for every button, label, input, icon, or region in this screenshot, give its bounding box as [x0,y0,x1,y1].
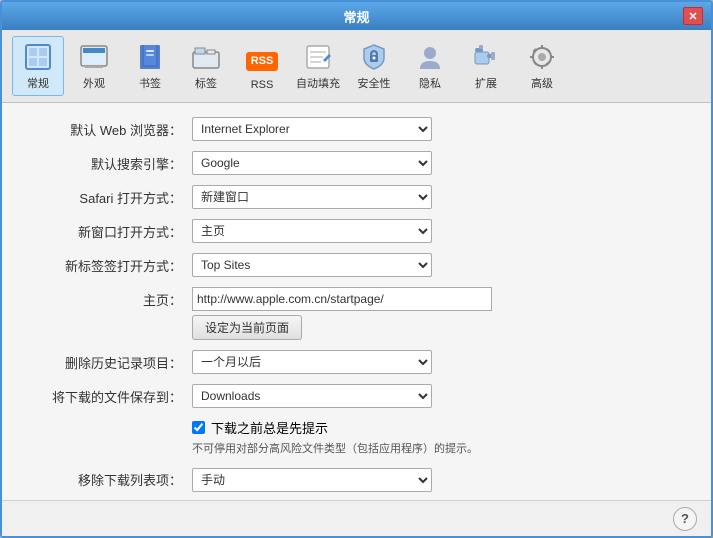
set-current-row: 设定为当前页面 [22,315,691,340]
footer: ? [2,500,711,536]
toolbar-label-extensions: 扩展 [475,75,497,91]
safari-open-label: Safari 打开方式： [22,188,182,207]
remove-download-select[interactable]: 手动 [192,468,432,492]
privacy-icon [414,41,446,73]
download-prompt-label[interactable]: 下载之前总是先提示 [211,418,328,437]
download-note: 不可停用对部分高风险文件类型（包括应用程序）的提示。 [192,441,532,458]
default-search-control: Google [192,151,432,175]
toolbar-label-advanced: 高级 [531,75,553,91]
new-window-select[interactable]: 主页 [192,219,432,243]
toolbar-label-bookmarks: 书签 [139,75,161,91]
rss-icon: RSS [246,45,278,77]
toolbar: 常规 外观 [2,30,711,103]
remove-download-control: 手动 [192,468,432,492]
remove-download-row: 移除下载列表项： 手动 [22,468,691,492]
default-search-label: 默认搜索引擎： [22,154,182,173]
toolbar-item-advanced[interactable]: 高级 [516,36,568,96]
toolbar-item-general[interactable]: 常规 [12,36,64,96]
default-browser-label: 默认 Web 浏览器： [22,120,182,139]
main-window: 常规 ✕ 常规 [0,0,713,538]
homepage-label: 主页： [22,290,182,309]
toolbar-label-general: 常规 [27,75,49,91]
toolbar-label-privacy: 隐私 [419,75,441,91]
history-label: 删除历史记录项目： [22,353,182,372]
download-save-row: 将下载的文件保存到： Downloads [22,384,691,408]
help-button[interactable]: ? [673,507,697,531]
extensions-icon [470,41,502,73]
toolbar-label-rss: RSS [251,79,274,91]
toolbar-item-bookmarks[interactable]: 书签 [124,36,176,96]
general-icon [22,41,54,73]
toolbar-item-tabs[interactable]: 标签 [180,36,232,96]
new-window-row: 新窗口打开方式： 主页 [22,219,691,243]
default-browser-row: 默认 Web 浏览器： Internet Explorer [22,117,691,141]
default-search-select[interactable]: Google [192,151,432,175]
advanced-icon [526,41,558,73]
new-window-label: 新窗口打开方式： [22,222,182,241]
default-search-row: 默认搜索引擎： Google [22,151,691,175]
default-browser-control: Internet Explorer [192,117,432,141]
download-save-control: Downloads [192,384,432,408]
toolbar-item-security[interactable]: 安全性 [348,36,400,96]
tabs-icon [190,41,222,73]
download-prompt-row: 下载之前总是先提示 [192,418,691,437]
content-area: 默认 Web 浏览器： Internet Explorer 默认搜索引擎： Go… [2,103,711,500]
toolbar-label-security: 安全性 [358,75,391,91]
new-tab-select[interactable]: Top Sites [192,253,432,277]
window-title: 常规 [30,7,683,26]
remove-download-label: 移除下载列表项： [22,470,182,489]
new-tab-label: 新标签签打开方式： [22,256,182,275]
new-tab-row: 新标签签打开方式： Top Sites [22,253,691,277]
toolbar-label-autofill: 自动填充 [296,75,340,91]
close-button[interactable]: ✕ [683,7,703,25]
toolbar-label-appearance: 外观 [83,75,105,91]
bookmarks-icon [134,41,166,73]
safari-open-select[interactable]: 新建窗口 [192,185,432,209]
new-window-control: 主页 [192,219,432,243]
safari-open-control: 新建窗口 [192,185,432,209]
safari-open-row: Safari 打开方式： 新建窗口 [22,185,691,209]
set-current-button[interactable]: 设定为当前页面 [192,315,302,340]
title-bar: 常规 ✕ [2,2,711,30]
history-control: 一个月以后 [192,350,432,374]
history-select[interactable]: 一个月以后 [192,350,432,374]
download-prompt-checkbox[interactable] [192,421,205,434]
default-browser-select[interactable]: Internet Explorer [192,117,432,141]
toolbar-item-appearance[interactable]: 外观 [68,36,120,96]
toolbar-item-autofill[interactable]: 自动填充 [292,36,344,96]
toolbar-item-rss[interactable]: RSS RSS [236,40,288,96]
toolbar-label-tabs: 标签 [195,75,217,91]
security-icon [358,41,390,73]
new-tab-control: Top Sites [192,253,432,277]
download-save-select[interactable]: Downloads [192,384,432,408]
homepage-input[interactable] [192,287,492,311]
download-save-label: 将下载的文件保存到： [22,387,182,406]
toolbar-item-privacy[interactable]: 隐私 [404,36,456,96]
autofill-icon [302,41,334,73]
toolbar-item-extensions[interactable]: 扩展 [460,36,512,96]
history-row: 删除历史记录项目： 一个月以后 [22,350,691,374]
appearance-icon [78,41,110,73]
homepage-row: 主页： [22,287,691,311]
